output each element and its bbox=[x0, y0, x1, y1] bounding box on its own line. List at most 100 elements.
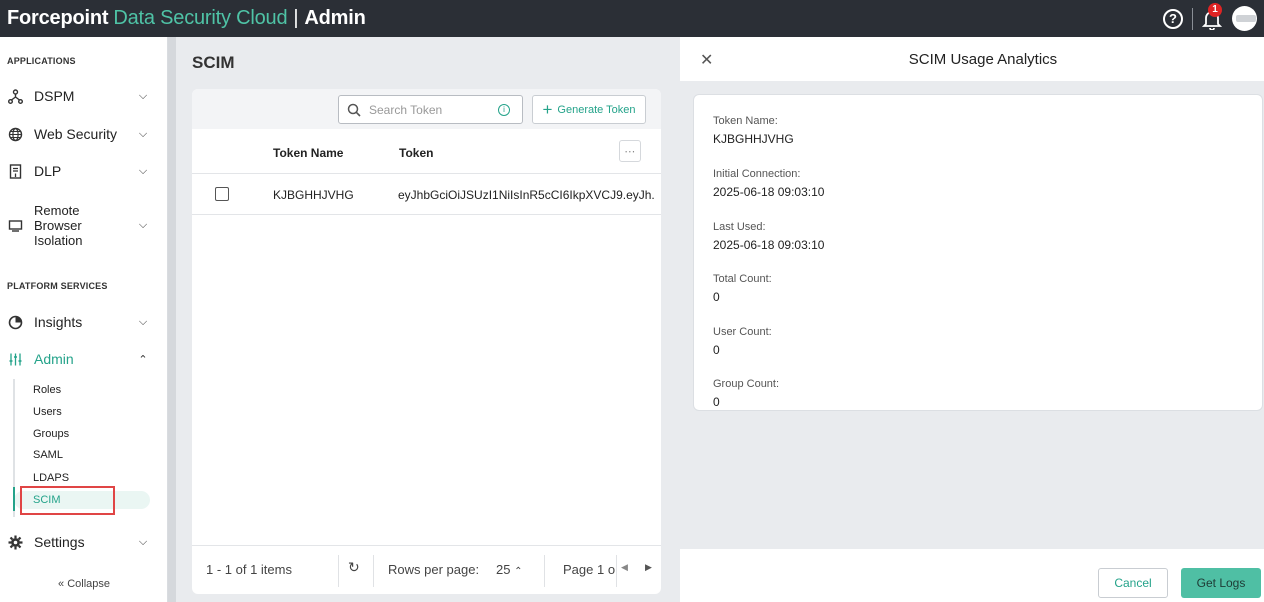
header-divider bbox=[1192, 7, 1193, 30]
chevron-down-icon: ⌵ bbox=[138, 535, 148, 548]
sidebar-item-label: Remote Browser Isolation bbox=[34, 203, 136, 248]
sidebar: APPLICATIONS DSPM ⌵ Web Security ⌵ DLP ⌵… bbox=[0, 37, 168, 602]
row-checkbox[interactable] bbox=[215, 187, 229, 201]
field-total-count: Total Count: 0 bbox=[713, 273, 772, 304]
sidebar-item-insights[interactable]: Insights ⌵ bbox=[0, 314, 160, 330]
search-input[interactable] bbox=[369, 102, 494, 117]
field-last-used: Last Used: 2025-06-18 09:03:10 bbox=[713, 221, 824, 252]
generate-token-label: Generate Token bbox=[557, 103, 636, 116]
double-chevron-left-icon: « bbox=[58, 578, 65, 590]
column-menu-button[interactable]: ⋯ bbox=[619, 140, 641, 162]
active-item-indicator bbox=[13, 487, 15, 511]
plus-icon: + bbox=[542, 100, 553, 119]
chevron-down-icon: ⌵ bbox=[138, 127, 148, 140]
collapse-button[interactable]: « Collapse bbox=[0, 578, 168, 590]
table-row[interactable]: KJBGHHJVHG eyJhbGciOiJSUzI1NiIsInR5cCI6I… bbox=[192, 174, 661, 215]
rows-per-page-label: Rows per page: bbox=[388, 562, 480, 577]
sidebar-item-label: Admin bbox=[34, 351, 74, 367]
panel-footer: Cancel Get Logs bbox=[680, 549, 1264, 602]
sidebar-subitem-groups[interactable]: Groups bbox=[33, 428, 69, 440]
notification-badge: 1 bbox=[1208, 2, 1222, 17]
sidebar-subitem-ldaps[interactable]: LDAPS bbox=[33, 472, 69, 484]
rows-per-page-select[interactable]: 25 ⌃ bbox=[496, 562, 522, 577]
chevron-down-icon: ⌵ bbox=[138, 164, 148, 177]
brand-separator: | bbox=[293, 7, 299, 29]
sidebar-item-web-security[interactable]: Web Security ⌵ bbox=[0, 126, 160, 142]
table-toolbar: i + Generate Token bbox=[192, 89, 661, 129]
platform-services-heading: PLATFORM SERVICES bbox=[7, 281, 108, 291]
field-user-count: User Count: 0 bbox=[713, 326, 772, 357]
get-logs-button[interactable]: Get Logs bbox=[1181, 568, 1261, 598]
collapse-label: Collapse bbox=[67, 578, 110, 590]
token-value-cell: eyJhbGciOiJSUzI1NiIsInR5cCI6IkpXVCJ9.eyJ… bbox=[398, 188, 655, 202]
sidebar-item-dlp[interactable]: DLP ⌵ bbox=[0, 163, 160, 179]
cancel-button[interactable]: Cancel bbox=[1098, 568, 1168, 598]
field-label: Last Used: bbox=[713, 221, 766, 233]
sidebar-subitem-saml[interactable]: SAML bbox=[33, 449, 63, 461]
sidebar-item-label: DLP bbox=[34, 163, 62, 179]
field-label: User Count: bbox=[713, 326, 772, 338]
page-indicator: Page 1 of 1 bbox=[563, 562, 615, 577]
footer-divider bbox=[373, 555, 374, 587]
token-table-card: i + Generate Token Token Name Token ⋯ KJ… bbox=[192, 89, 661, 594]
table-header: Token Name Token ⋯ bbox=[192, 129, 661, 174]
sidebar-scrollbar[interactable] bbox=[168, 37, 176, 602]
sliders-icon bbox=[7, 352, 23, 367]
footer-divider bbox=[544, 555, 545, 587]
next-page-icon[interactable]: ▶ bbox=[645, 562, 652, 573]
footer-divider bbox=[338, 555, 339, 587]
column-header-token[interactable]: Token bbox=[399, 146, 433, 160]
brand-primary: Forcepoint bbox=[7, 7, 109, 29]
table-pagination: 1 - 1 of 1 items ↻ Rows per page: 25 ⌃ P… bbox=[192, 545, 661, 594]
sidebar-subitem-roles[interactable]: Roles bbox=[33, 384, 61, 396]
sidebar-item-dspm[interactable]: DSPM ⌵ bbox=[0, 88, 160, 104]
highlight-annotation-box bbox=[20, 486, 115, 515]
document-icon bbox=[7, 163, 23, 179]
sidebar-item-admin[interactable]: Admin ⌃ bbox=[0, 351, 160, 367]
sidebar-item-remote-browser-isolation[interactable]: Remote Browser Isolation ⌵ bbox=[0, 201, 160, 249]
notifications-button[interactable]: 1 bbox=[1201, 2, 1223, 31]
field-label: Group Count: bbox=[713, 378, 780, 390]
chevron-down-icon: ⌵ bbox=[138, 218, 148, 231]
sidebar-item-label: Web Security bbox=[34, 126, 117, 142]
field-label: Token Name: bbox=[713, 115, 778, 127]
refresh-icon[interactable]: ↻ bbox=[348, 559, 360, 576]
sidebar-subitem-users[interactable]: Users bbox=[33, 406, 62, 418]
token-name-cell: KJBGHHJVHG bbox=[273, 188, 354, 202]
brand-logo: Forcepoint Data Security Cloud | Admin bbox=[7, 7, 366, 30]
help-icon[interactable]: ? bbox=[1163, 8, 1183, 29]
field-value: 0 bbox=[713, 290, 720, 304]
field-label: Initial Connection: bbox=[713, 168, 801, 180]
search-icon bbox=[347, 103, 361, 117]
panel-title: SCIM Usage Analytics bbox=[908, 51, 1058, 68]
gear-icon bbox=[7, 535, 23, 550]
search-box[interactable]: i bbox=[338, 95, 523, 124]
field-value: 2025-06-18 09:03:10 bbox=[713, 185, 825, 199]
rbi-line-1: Remote bbox=[34, 202, 80, 218]
chevron-down-icon: ⌵ bbox=[138, 315, 148, 328]
globe-icon bbox=[7, 127, 23, 142]
network-icon bbox=[7, 88, 23, 104]
sidebar-item-label: Insights bbox=[34, 314, 83, 330]
rbi-line-2: Browser bbox=[34, 217, 82, 233]
previous-page-icon[interactable]: ◀ bbox=[621, 562, 628, 573]
pie-chart-icon bbox=[7, 315, 23, 330]
sidebar-item-settings[interactable]: Settings ⌵ bbox=[0, 534, 160, 550]
page-title: SCIM bbox=[192, 53, 235, 72]
field-value: 0 bbox=[713, 395, 720, 409]
field-value: KJBGHHJVHG bbox=[713, 132, 794, 146]
sidebar-item-label: Settings bbox=[34, 534, 85, 550]
chevron-up-icon: ⌃ bbox=[138, 353, 148, 366]
field-group-count: Group Count: 0 bbox=[713, 378, 779, 409]
info-icon[interactable]: i bbox=[498, 103, 510, 116]
usage-details-card: Token Name: KJBGHHJVHG Initial Connectio… bbox=[693, 94, 1263, 411]
field-value: 0 bbox=[713, 343, 720, 357]
more-horizontal-icon: ⋯ bbox=[624, 145, 636, 158]
field-token-name: Token Name: KJBGHHJVHG bbox=[713, 115, 794, 146]
avatar[interactable] bbox=[1232, 6, 1257, 31]
generate-token-button[interactable]: + Generate Token bbox=[532, 95, 646, 124]
brand-product: Data Security Cloud bbox=[113, 7, 288, 29]
chevron-up-icon: ⌃ bbox=[514, 566, 523, 577]
column-header-token-name[interactable]: Token Name bbox=[273, 146, 343, 160]
top-bar: Forcepoint Data Security Cloud | Admin ?… bbox=[0, 0, 1264, 37]
